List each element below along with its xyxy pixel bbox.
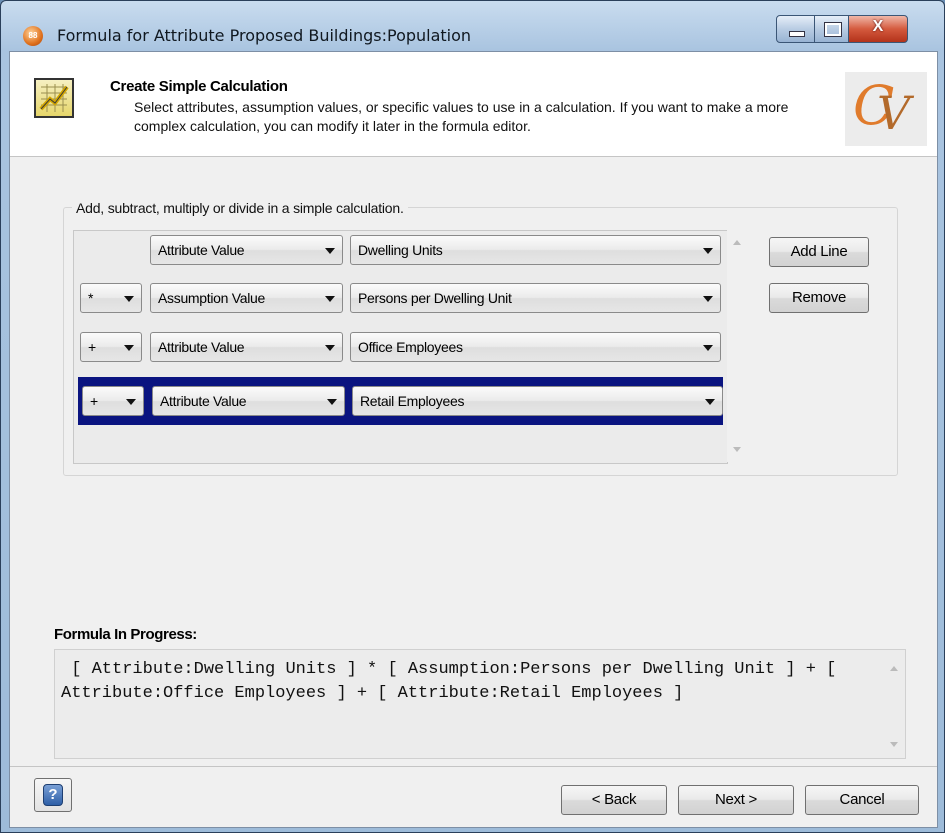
chevron-down-icon (325, 248, 335, 254)
wizard-header: Create Simple Calculation Select attribu… (10, 52, 937, 157)
scroll-down-icon[interactable] (890, 742, 898, 747)
dialog-client-area: Create Simple Calculation Select attribu… (9, 51, 938, 828)
source-dropdown-value: Attribute Value (158, 339, 245, 355)
footer-divider (10, 766, 937, 767)
attribute-dropdown[interactable]: Persons per Dwelling Unit (350, 283, 721, 313)
calculation-grid: Attribute Value Dwelling Units * Assumpt… (73, 230, 728, 464)
source-dropdown[interactable]: Attribute Value (150, 332, 343, 362)
attribute-dropdown-value: Retail Employees (360, 393, 465, 409)
page-description: Select attributes, assumption values, or… (134, 99, 789, 134)
operator-dropdown-value: + (90, 393, 98, 409)
close-icon: X (872, 18, 884, 35)
scroll-down-icon[interactable] (733, 447, 741, 452)
app-badge-icon[interactable]: 88 (23, 26, 43, 46)
help-icon: ? (43, 784, 63, 806)
calc-row[interactable]: Attribute Value Dwelling Units (74, 235, 727, 279)
source-dropdown[interactable]: Assumption Value (150, 283, 343, 313)
logo-letter-v: V (877, 86, 911, 140)
operator-dropdown-value: + (88, 339, 96, 355)
close-button[interactable]: X (848, 15, 908, 43)
chart-icon (34, 78, 74, 118)
operator-dropdown[interactable]: + (80, 332, 142, 362)
maximize-icon (824, 22, 842, 37)
window-title: Formula for Attribute Proposed Buildings… (57, 26, 472, 45)
minimize-button[interactable] (776, 15, 816, 43)
chevron-down-icon (325, 296, 335, 302)
chevron-down-icon (126, 399, 136, 405)
source-dropdown-value: Attribute Value (160, 393, 247, 409)
formula-textbox[interactable]: [ Attribute:Dwelling Units ] * [ Assumpt… (54, 649, 906, 759)
back-button[interactable]: < Back (561, 785, 667, 815)
dialog-window: 88 Formula for Attribute Proposed Buildi… (0, 0, 945, 833)
grid-scrollbar[interactable] (727, 230, 749, 462)
chevron-down-icon (705, 399, 715, 405)
help-button[interactable]: ? (34, 778, 72, 812)
attribute-dropdown-value: Dwelling Units (358, 242, 443, 258)
source-dropdown-value: Assumption Value (158, 290, 266, 306)
remove-button[interactable]: Remove (769, 283, 869, 313)
formula-text: [ Attribute:Dwelling Units ] * [ Assumpt… (61, 660, 847, 703)
source-dropdown-value: Attribute Value (158, 242, 245, 258)
chevron-down-icon (703, 296, 713, 302)
calc-row[interactable]: + Attribute Value Office Employees (74, 332, 727, 376)
cv-logo-icon: C V (845, 72, 927, 146)
formula-label: Formula In Progress: (54, 626, 197, 643)
chevron-down-icon (124, 345, 134, 351)
attribute-dropdown[interactable]: Dwelling Units (350, 235, 721, 265)
scroll-up-icon[interactable] (733, 240, 741, 245)
title-bar[interactable]: 88 Formula for Attribute Proposed Buildi… (1, 1, 944, 51)
attribute-dropdown-value: Office Employees (358, 339, 463, 355)
chevron-down-icon (124, 296, 134, 302)
operator-dropdown-value: * (88, 290, 94, 306)
calc-row[interactable]: * Assumption Value Persons per Dwelling … (74, 283, 727, 327)
cancel-button[interactable]: Cancel (805, 785, 919, 815)
source-dropdown[interactable]: Attribute Value (152, 386, 345, 416)
calc-row-selected[interactable]: + Attribute Value Retail Employees (78, 377, 723, 425)
chevron-down-icon (327, 399, 337, 405)
scroll-up-icon[interactable] (890, 666, 898, 671)
attribute-dropdown-value: Persons per Dwelling Unit (358, 290, 512, 306)
add-line-button[interactable]: Add Line (769, 237, 869, 267)
maximize-button[interactable] (814, 15, 850, 43)
page-title: Create Simple Calculation (110, 78, 288, 95)
chevron-down-icon (325, 345, 335, 351)
chevron-down-icon (703, 345, 713, 351)
attribute-dropdown[interactable]: Office Employees (350, 332, 721, 362)
next-button[interactable]: Next > (678, 785, 794, 815)
calculation-group-label: Add, subtract, multiply or divide in a s… (72, 200, 408, 216)
operator-dropdown[interactable]: * (80, 283, 142, 313)
minimize-icon (789, 31, 805, 37)
operator-dropdown[interactable]: + (82, 386, 144, 416)
chevron-down-icon (703, 248, 713, 254)
source-dropdown[interactable]: Attribute Value (150, 235, 343, 265)
attribute-dropdown[interactable]: Retail Employees (352, 386, 723, 416)
